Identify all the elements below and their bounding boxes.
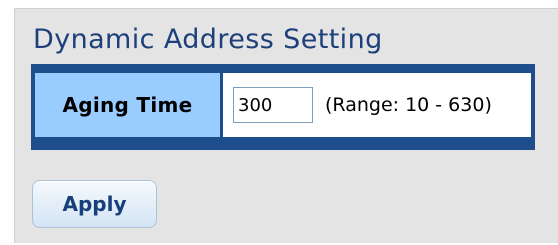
aging-time-row: Aging Time (Range: 10 - 630) bbox=[35, 73, 531, 137]
section-title: Dynamic Address Setting bbox=[33, 24, 383, 55]
dynamic-address-panel: Dynamic Address Setting Aging Time (Rang… bbox=[14, 8, 558, 243]
apply-button[interactable]: Apply bbox=[32, 180, 157, 228]
aging-time-value-cell: (Range: 10 - 630) bbox=[223, 73, 531, 137]
aging-time-label-cell: Aging Time bbox=[35, 73, 220, 137]
aging-time-table: Aging Time (Range: 10 - 630) bbox=[31, 64, 535, 150]
aging-time-label: Aging Time bbox=[62, 93, 193, 117]
aging-time-input[interactable] bbox=[233, 87, 313, 123]
range-hint: (Range: 10 - 630) bbox=[325, 94, 492, 116]
